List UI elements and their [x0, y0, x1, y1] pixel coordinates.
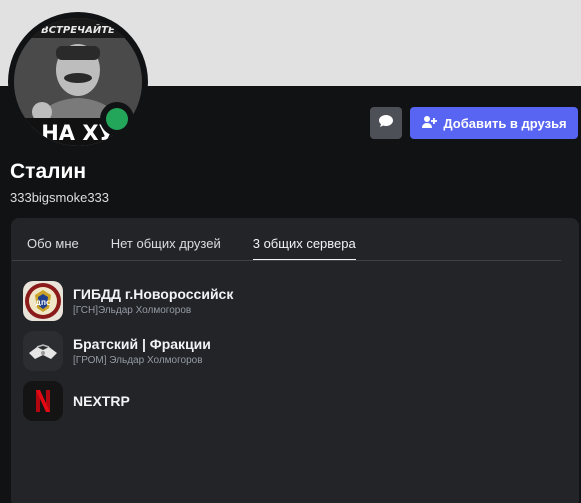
netflix-n-icon	[23, 381, 63, 421]
server-nickname: [ГРОМ] Эльдар Холмогоров	[73, 355, 203, 366]
message-button[interactable]	[370, 107, 402, 139]
server-row[interactable]: ДПС ГИБДД г.Новороссийск [ГСН]Эльдар Хол…	[23, 276, 563, 326]
online-status-indicator	[106, 108, 128, 130]
server-name: Братский | Фракции	[73, 336, 211, 352]
tab-mutual-servers[interactable]: 3 общих сервера	[252, 236, 356, 261]
mutual-server-list: ДПС ГИБДД г.Новороссийск [ГСН]Эльдар Хол…	[23, 276, 563, 426]
server-row[interactable]: Братский | Фракции [ГРОМ] Эльдар Холмого…	[23, 326, 563, 376]
server-row[interactable]: NEXTRP	[23, 376, 563, 426]
chat-bubble-icon	[378, 113, 394, 134]
server-name: ГИБДД г.Новороссийск	[73, 286, 234, 302]
avatar-caption-top: ВСТРЕЧАЙТЕ	[41, 23, 115, 36]
server-nickname: [ГСН]Эльдар Холмогоров	[73, 305, 192, 316]
add-friend-button[interactable]: Добавить в друзья	[410, 107, 578, 139]
add-friend-label: Добавить в друзья	[443, 115, 567, 131]
server-badge-text: ДПС	[36, 300, 51, 307]
add-friend-icon	[421, 114, 438, 133]
tab-mutual-friends[interactable]: Нет общих друзей	[111, 236, 221, 259]
server-name: NEXTRP	[73, 393, 130, 409]
handshake-icon	[23, 331, 63, 371]
profile-tabs: Обо мне Нет общих друзей 3 общих сервера	[27, 236, 388, 261]
police-badge-icon: ДПС	[23, 281, 63, 321]
tab-about[interactable]: Обо мне	[27, 236, 79, 259]
display-name: Сталин	[10, 160, 87, 183]
tabs-divider	[12, 260, 561, 261]
username: 333bigsmoke333	[10, 190, 110, 205]
